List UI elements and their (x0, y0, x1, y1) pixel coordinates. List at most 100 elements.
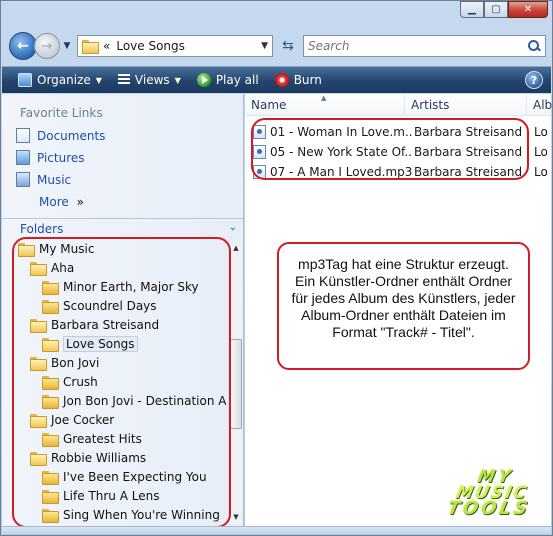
views-button[interactable]: Views ▼ (110, 69, 189, 91)
address-path-prefix[interactable]: « (103, 39, 110, 53)
folder-icon (42, 280, 59, 295)
tree-item-label: Crush (63, 374, 98, 389)
column-header-album[interactable]: Alb (527, 94, 553, 116)
minimize-icon: ▁ (468, 4, 476, 15)
tree-item-label: Robbie Williams (51, 450, 147, 465)
tree-item[interactable]: Robbie Williams (30, 448, 146, 467)
tree-item-label: Barbara Streisand (51, 317, 160, 332)
column-header-name[interactable]: ▲ Name (245, 94, 405, 116)
file-artist: Barbara Streisand (414, 144, 523, 159)
refresh-icon: ⇆ (282, 38, 294, 54)
address-row: ← → ▼ « Love Songs ▼ ⇆ (9, 31, 546, 61)
address-current-folder[interactable]: Love Songs (116, 39, 255, 53)
sort-ascending-icon: ▲ (321, 94, 327, 102)
favorite-pictures-label: Pictures (37, 150, 85, 165)
more-label: More (39, 195, 69, 209)
tree-item[interactable]: Love Songs (42, 334, 138, 353)
tree-item-label: Bon Jovi (51, 355, 100, 370)
audio-file-icon (253, 144, 266, 159)
search-icon[interactable] (527, 39, 541, 53)
tree-item-label: Joe Cocker (51, 412, 115, 427)
folder-icon (30, 261, 47, 276)
annotation-callout: mp3Tag hat eine Struktur erzeugt. Ein Kü… (277, 242, 530, 370)
search-input[interactable] (308, 39, 527, 53)
column-headers: ▲ Name Artists Alb (245, 94, 553, 116)
scroll-up-icon[interactable]: ▲ (229, 241, 243, 255)
tree-item[interactable]: Crush (42, 372, 98, 391)
chevron-down-icon: ▼ (95, 75, 102, 85)
caption-buttons: ▁ ▢ ✕ (460, 1, 548, 18)
forward-arrow-icon: → (41, 38, 53, 54)
address-dropdown-icon[interactable]: ▼ (261, 41, 268, 51)
folder-icon (30, 318, 47, 333)
burn-label: Burn (293, 73, 322, 87)
tree-item[interactable]: Barbara Streisand (30, 315, 159, 334)
organize-label: Organize (37, 73, 91, 87)
folders-title: Folders (20, 222, 64, 236)
play-all-button[interactable]: Play all (189, 69, 267, 91)
tree-item[interactable]: I've Been Expecting You (42, 467, 207, 486)
chevron-down-icon[interactable]: ⌄ (229, 222, 237, 236)
tree-item[interactable]: Joe Cocker (30, 410, 114, 429)
views-icon (117, 74, 130, 86)
favorite-documents[interactable]: Documents (16, 128, 105, 143)
favorite-pictures[interactable]: Pictures (16, 150, 85, 165)
organize-button[interactable]: Organize ▼ (10, 69, 110, 91)
tree-item[interactable]: Greatest Hits (42, 429, 142, 448)
folder-tree-scrollbar[interactable]: ▲ ▼ (228, 241, 242, 524)
play-icon (196, 73, 211, 87)
close-button[interactable]: ✕ (508, 1, 548, 18)
play-all-label: Play all (215, 73, 259, 87)
address-bar[interactable]: « Love Songs ▼ (77, 35, 273, 57)
tree-item[interactable]: Scoundrel Days (42, 296, 157, 315)
navigation-pane: Favorite Links Documents Pictures Music … (2, 94, 244, 528)
tree-item-label: Minor Earth, Major Sky (63, 279, 199, 294)
folder-tree: My Music Aha Minor Earth, Major Sky Scoundr… (12, 239, 226, 529)
minimize-button[interactable]: ▁ (460, 1, 484, 18)
tree-item-label: Love Songs (63, 335, 138, 352)
tree-item[interactable]: Aha (30, 258, 74, 277)
tree-item-label: Greatest Hits (63, 431, 142, 446)
tree-item-label: Sing When You're Winning (63, 507, 220, 522)
refresh-button[interactable]: ⇆ (277, 35, 299, 57)
folders-header[interactable]: Folders ⌄ (20, 222, 237, 236)
documents-icon (16, 128, 30, 143)
tree-item[interactable]: My Music (18, 239, 94, 258)
more-favorites-link[interactable]: More » (39, 195, 84, 209)
tree-item-label: Aha (51, 260, 75, 275)
tree-item[interactable]: Minor Earth, Major Sky (42, 277, 199, 296)
burn-disc-icon (274, 73, 289, 87)
recent-pages-dropdown[interactable]: ▼ (61, 41, 73, 51)
folder-icon (30, 356, 47, 371)
maximize-icon: ▢ (491, 4, 501, 15)
column-header-artists[interactable]: Artists (405, 94, 527, 116)
tree-item-label: My Music (39, 241, 95, 256)
folder-icon (42, 375, 59, 390)
logo-line-3: TOOLS (445, 498, 533, 519)
favorite-music[interactable]: Music (16, 172, 71, 187)
scroll-down-icon[interactable]: ▼ (229, 510, 243, 524)
tree-item[interactable]: Jon Bon Jovi - Destination An (42, 391, 226, 410)
file-row[interactable]: 05 - New York State Of... Barbara Streisa… (253, 142, 553, 161)
audio-file-icon (253, 164, 266, 179)
back-button[interactable]: ← (9, 32, 37, 60)
chevron-down-icon: ▼ (63, 41, 71, 51)
tree-item[interactable]: Bon Jovi (30, 353, 99, 372)
tree-item[interactable]: Sing When You're Winning (42, 505, 220, 524)
file-row[interactable]: 01 - Woman In Love.m... Barbara Streisand… (253, 122, 553, 141)
burn-button[interactable]: Burn (267, 69, 330, 91)
forward-button[interactable]: → (34, 33, 60, 59)
file-album: Lo (534, 144, 548, 159)
column-artists-label: Artists (411, 98, 450, 112)
double-chevron-icon: » (76, 195, 84, 209)
help-button[interactable]: ? (525, 71, 543, 89)
search-box[interactable] (303, 35, 546, 57)
maximize-button[interactable]: ▢ (484, 1, 508, 18)
file-name: 07 - A Man I Loved.mp3 (270, 164, 412, 179)
file-row[interactable]: 07 - A Man I Loved.mp3 Barbara Streisand L… (253, 162, 553, 181)
column-album-label: Alb (533, 98, 553, 112)
file-artist: Barbara Streisand (414, 164, 523, 179)
scrollbar-thumb[interactable] (230, 339, 242, 429)
tree-item-label: Scoundrel Days (63, 298, 157, 313)
tree-item[interactable]: Life Thru A Lens (42, 486, 159, 505)
